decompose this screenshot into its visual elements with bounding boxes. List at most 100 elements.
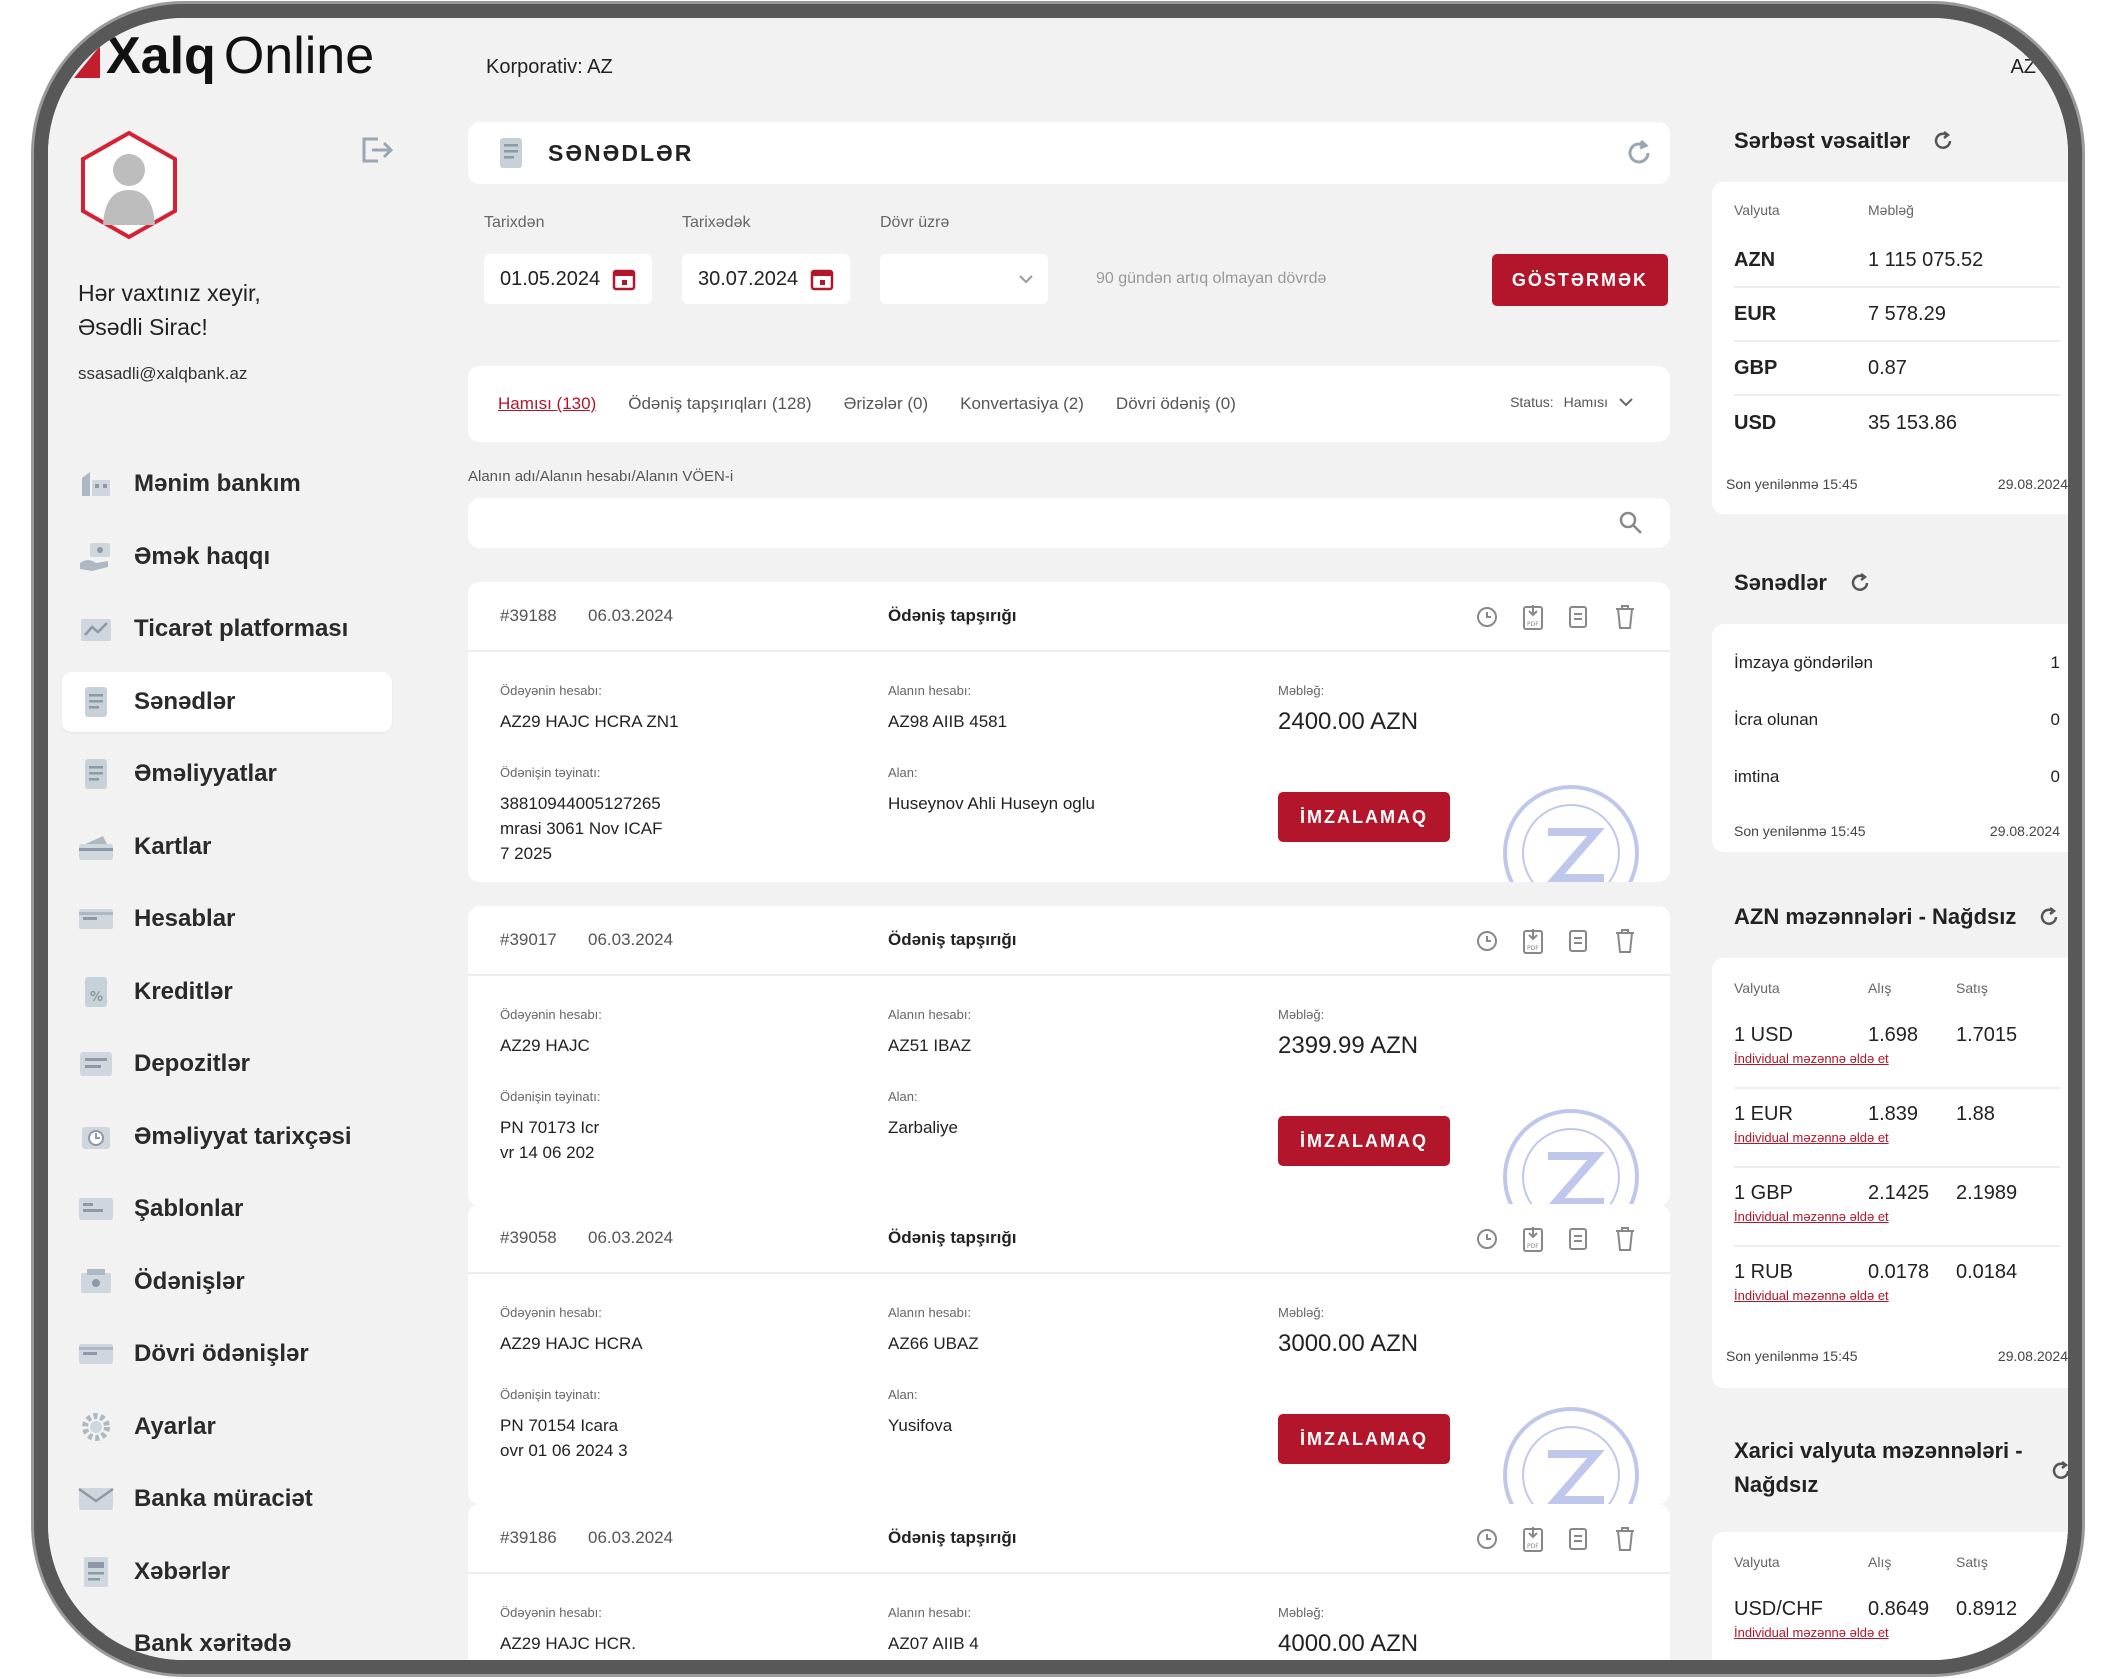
logout-icon[interactable]: [360, 136, 394, 164]
payer-account-label: Ödəyənin hesabı:: [500, 1007, 602, 1022]
azn-rates-title-text: AZN məzənnələri - Nağdsız: [1734, 904, 2017, 929]
period-hint: 90 gündən artıq olmayan dövrdə: [1096, 270, 1327, 287]
azn-rates-card: Valyuta Alış Satış 1 USD 1.698 1.7015 İndiv…: [1712, 958, 2068, 1388]
calendar-icon[interactable]: [810, 267, 834, 291]
purpose-block: Ödənişin təyinatı: 38810944005127265 mrasi…: [500, 760, 663, 866]
card-icon: [76, 829, 116, 865]
document-number: #39186: [500, 1528, 557, 1547]
sidebar-item[interactable]: Ayarlar: [62, 1397, 392, 1457]
sidebar-item[interactable]: Dövri ödənişlər: [62, 1324, 392, 1384]
document-card[interactable]: #39186 06.03.2024 Ödəniş tapşırığı PDF Ödəyə…: [468, 1504, 1670, 1660]
search-icon[interactable]: [1618, 510, 1644, 536]
trash-icon[interactable]: [1610, 1224, 1640, 1254]
corporate-label: Korporativ: AZ: [486, 56, 613, 78]
individual-rate-link[interactable]: İndividual məzənnə əldə et: [1734, 1209, 2060, 1224]
sidebar-item[interactable]: Əməliyyatlar: [62, 744, 392, 804]
date-from-field[interactable]: 01.05.2024: [484, 254, 652, 304]
sidebar-item[interactable]: Şablonlar: [62, 1179, 392, 1239]
refresh-icon[interactable]: [1849, 572, 1871, 594]
language-switch[interactable]: AZ: [2010, 56, 2036, 79]
individual-rate-link[interactable]: İndividual məzənnə əldə et: [1734, 1625, 2060, 1640]
payer-account-label: Ödəyənin hesabı:: [500, 683, 602, 698]
individual-rate-link[interactable]: İndividual məzənnə əldə et: [1734, 1130, 2060, 1145]
pdf-download-icon[interactable]: PDF: [1518, 602, 1548, 632]
greeting: Hər vaxtınız xeyir, Əsədli Sirac!: [78, 276, 261, 344]
sign-button[interactable]: İMZALAMAQ: [1278, 1116, 1450, 1166]
pdf-download-icon[interactable]: PDF: [1518, 1224, 1548, 1254]
rate-currency: 1 USD: [1734, 1024, 1793, 1046]
trash-icon[interactable]: [1610, 1524, 1640, 1554]
document-card[interactable]: #39058 06.03.2024 Ödəniş tapşırığı PDF Ödəyə…: [468, 1204, 1670, 1504]
history-icon[interactable]: [1472, 1224, 1502, 1254]
tab-conversion[interactable]: Konvertasiya (2): [960, 394, 1084, 414]
refresh-icon[interactable]: [2050, 1460, 2072, 1482]
sidebar-item[interactable]: Əməliyyat tarixçəsi: [62, 1107, 392, 1167]
individual-rate-link[interactable]: İndividual məzənnə əldə et: [1734, 1051, 2060, 1066]
copy-icon[interactable]: [1564, 1224, 1594, 1254]
tab-recurring[interactable]: Dövri ödəniş (0): [1116, 394, 1236, 414]
refresh-icon[interactable]: [1624, 138, 1654, 168]
pdf-download-icon[interactable]: PDF: [1518, 926, 1548, 956]
tab-all[interactable]: Hamısı (130): [498, 394, 596, 414]
period-select[interactable]: [880, 254, 1048, 304]
refresh-icon[interactable]: [2038, 906, 2060, 928]
sidebar-item[interactable]: % Kreditlər: [62, 962, 392, 1022]
search-input[interactable]: [468, 498, 1670, 548]
sidebar-item[interactable]: Mənim bankım: [62, 454, 392, 514]
sign-button[interactable]: İMZALAMAQ: [1278, 1414, 1450, 1464]
document-card[interactable]: #39017 06.03.2024 Ödəniş tapşırığı PDF Ödəyə…: [468, 906, 1670, 1206]
rate-currency: 1 RUB: [1734, 1261, 1793, 1283]
fx-rates-rows: USD/CHF 0.8649 0.8912 İndividual məzənnə əl…: [1734, 1584, 2060, 1660]
docs-summary-row[interactable]: imtina 0: [1734, 748, 2060, 805]
amount-label: Məbləğ:: [1278, 1305, 1325, 1320]
individual-rate-link[interactable]: İndividual məzənnə əldə et: [1734, 1288, 2060, 1303]
currency-code: EUR: [1734, 302, 1777, 325]
sidebar-item[interactable]: Hesablar: [62, 889, 392, 949]
deposit-icon: [76, 1046, 116, 1082]
purpose-block: Ödənişin təyinatı: PN 70154 Icara ovr 01 0…: [500, 1382, 628, 1463]
tab-applications[interactable]: Ərizələr (0): [844, 394, 929, 414]
purpose-line: mrasi 3061 Nov ICAF: [500, 819, 663, 838]
payer-account-block: Ödəyənin hesabı: AZ29 HAJC HCRA ZN1: [500, 678, 679, 734]
sign-button[interactable]: İMZALAMAQ: [1278, 792, 1450, 842]
copy-icon[interactable]: [1564, 602, 1594, 632]
status-filter[interactable]: Status: Hamısı: [1510, 394, 1634, 410]
receiver-value: Huseynov Ahli Huseyn oglu: [888, 794, 1095, 813]
sidebar-item-label: Əməliyyatlar: [134, 760, 277, 787]
document-card[interactable]: #39188 06.03.2024 Ödəniş tapşırığı PDF Ödəyə…: [468, 582, 1670, 882]
copy-icon[interactable]: [1564, 1524, 1594, 1554]
pdf-download-icon[interactable]: PDF: [1518, 1524, 1548, 1554]
funds-header: Valyuta Məbləğ: [1734, 182, 2060, 234]
sidebar-item[interactable]: Ödənişlər: [62, 1252, 392, 1312]
rate-row: 1 RUB 0.0178 0.0184 İndividual məzənnə əldə…: [1734, 1247, 2060, 1326]
avatar[interactable]: [78, 130, 180, 240]
sidebar-item[interactable]: Depozitlər: [62, 1034, 392, 1094]
sidebar-item[interactable]: Xəbərlər: [62, 1542, 392, 1602]
rate-sell: 0.8912: [1956, 1598, 2018, 1620]
sidebar-item[interactable]: Kartlar: [62, 817, 392, 877]
trash-icon[interactable]: [1610, 602, 1640, 632]
updated-date: 29.08.2024: [1989, 823, 2060, 839]
sidebar-item[interactable]: Sənədlər: [62, 671, 392, 732]
document-tabs: Hamısı (130) Ödəniş tapşırıqları (128) Ə…: [468, 366, 1670, 442]
show-button[interactable]: GÖSTƏRMƏK: [1492, 254, 1668, 306]
docs-summary-row[interactable]: İmzaya göndərilən 1: [1734, 634, 2060, 691]
purpose-label: Ödənişin təyinatı:: [500, 1089, 601, 1104]
copy-icon[interactable]: [1564, 926, 1594, 956]
refresh-icon[interactable]: [1932, 130, 1954, 152]
rate-currency: 1 GBP: [1734, 1182, 1793, 1204]
sidebar-item[interactable]: Bank xəritədə: [62, 1614, 392, 1660]
trash-icon[interactable]: [1610, 926, 1640, 956]
sidebar-item[interactable]: Əmək haqqı: [62, 527, 392, 587]
date-to-field[interactable]: 30.07.2024: [682, 254, 850, 304]
sidebar-item[interactable]: Banka müraciət: [62, 1469, 392, 1529]
history-icon[interactable]: [1472, 926, 1502, 956]
calendar-icon[interactable]: [612, 267, 636, 291]
rate-sell: 1.7015: [1956, 1024, 2018, 1046]
sidebar-item[interactable]: Ticarət platforması: [62, 599, 392, 659]
history-icon[interactable]: [1472, 1524, 1502, 1554]
history-icon[interactable]: [1472, 602, 1502, 632]
docs-summary-row[interactable]: İcra olunan 0: [1734, 691, 2060, 748]
history-icon: [76, 1119, 116, 1155]
tab-payment-orders[interactable]: Ödəniş tapşırıqları (128): [628, 394, 811, 414]
